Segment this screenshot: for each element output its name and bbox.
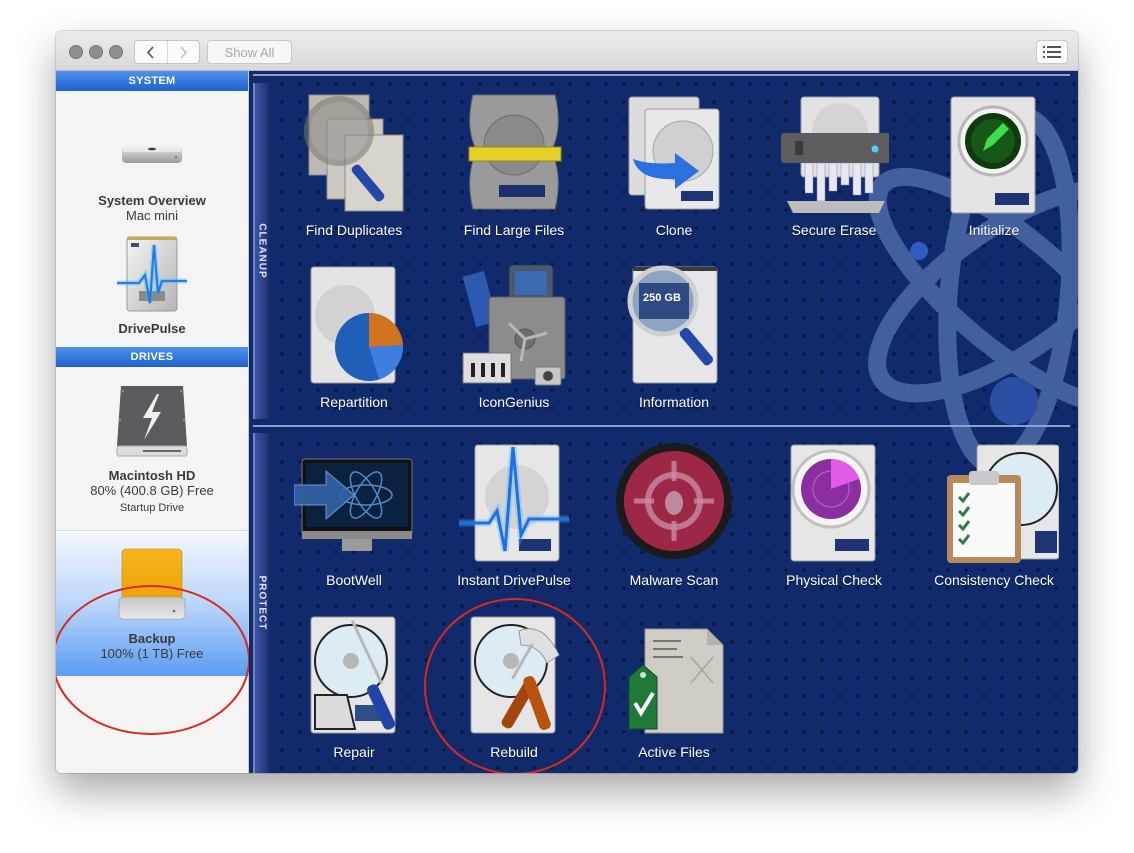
tool-bootwell[interactable]: BootWell — [279, 439, 429, 588]
tool-label: Consistency Check — [934, 572, 1054, 588]
find-duplicates-icon — [304, 94, 404, 212]
sidebar-item-subtitle: Mac mini — [125, 208, 178, 223]
sidebar-item-macintosh-hd[interactable]: Macintosh HD 80% (400.8 GB) Free Startup… — [56, 367, 248, 531]
icongenius-icon — [462, 264, 566, 386]
chevron-right-icon — [180, 45, 187, 59]
information-icon: 250 GB — [627, 265, 718, 384]
tool-label: Active Files — [638, 744, 710, 760]
tool-find-duplicates[interactable]: Find Duplicates — [279, 89, 429, 238]
tool-malware-scan[interactable]: Malware Scan — [599, 439, 749, 588]
show-all-button[interactable]: Show All — [207, 40, 292, 64]
tool-label: Clone — [655, 222, 693, 238]
tool-active-files[interactable]: Active Files — [599, 611, 749, 760]
clone-icon — [628, 96, 720, 210]
tool-label: Malware Scan — [629, 572, 719, 588]
drivepulse-icon — [117, 236, 187, 312]
tool-label: IconGenius — [478, 394, 550, 410]
external-drive-icon — [118, 548, 186, 620]
section-label: CLEANUP — [256, 223, 268, 279]
tool-information[interactable]: 250 GB Information — [599, 261, 749, 410]
tool-label: Find Duplicates — [305, 222, 403, 238]
sidebar: SYSTEM System Overview Mac mini DrivePul… — [56, 71, 250, 773]
tool-label: Repartition — [320, 394, 388, 410]
instant-drivepulse-icon — [459, 444, 569, 562]
tool-label: Find Large Files — [463, 222, 565, 238]
sidebar-item-drivepulse[interactable]: DrivePulse — [56, 231, 248, 347]
tool-label: BootWell — [326, 572, 382, 588]
section-divider — [253, 425, 1070, 427]
physical-check-icon — [790, 444, 876, 562]
find-large-files-icon — [468, 94, 562, 210]
tool-label: Rebuild — [490, 744, 538, 760]
drive-name: Macintosh HD — [108, 468, 196, 483]
section-tab-protect: PROTECT — [253, 433, 269, 773]
section-label: PROTECT — [256, 575, 268, 631]
navigation-buttons — [134, 40, 200, 64]
sidebar-header-drives: DRIVES — [56, 347, 248, 367]
tool-label: Physical Check — [786, 572, 882, 588]
sidebar-item-system-overview[interactable]: System Overview Mac mini — [56, 91, 248, 231]
minimize-window-button[interactable] — [89, 45, 103, 59]
tool-label: Repair — [333, 744, 375, 760]
section-divider — [253, 74, 1070, 76]
tool-find-large-files[interactable]: Find Large Files — [439, 89, 589, 238]
sidebar-item-title: DrivePulse — [118, 321, 186, 336]
malware-scan-icon — [616, 443, 732, 559]
capacity-label: 250 GB — [643, 292, 681, 304]
internal-drive-icon — [116, 386, 188, 457]
tools-panel: CLEANUP PROTECT Find Duplicates Find Lar… — [249, 71, 1078, 773]
consistency-check-icon — [947, 444, 1060, 563]
app-window: Show All SYSTEM System Overview Mac mini — [56, 31, 1078, 773]
tool-initialize[interactable]: Initialize — [919, 89, 1069, 238]
tool-clone[interactable]: Clone — [599, 89, 749, 238]
rebuild-icon — [470, 616, 560, 734]
back-button[interactable] — [135, 41, 167, 63]
list-icon — [1043, 46, 1061, 58]
repair-icon — [310, 616, 396, 734]
tool-consistency-check[interactable]: Consistency Check — [919, 439, 1069, 588]
tool-repair[interactable]: Repair — [279, 611, 429, 760]
chevron-left-icon — [147, 45, 154, 59]
sidebar-item-backup[interactable]: Backup 100% (1 TB) Free — [56, 531, 248, 676]
sidebar-header-system: SYSTEM — [56, 71, 248, 91]
active-files-icon — [628, 628, 724, 734]
section-tab-cleanup: CLEANUP — [253, 83, 269, 419]
zoom-window-button[interactable] — [109, 45, 123, 59]
tool-secure-erase[interactable]: Secure Erase — [759, 89, 909, 238]
tool-repartition[interactable]: Repartition — [279, 261, 429, 410]
mac-mini-icon — [122, 146, 182, 163]
bootwell-icon — [293, 458, 413, 551]
close-window-button[interactable] — [69, 45, 83, 59]
list-view-button[interactable] — [1036, 40, 1068, 64]
toolbar: Show All — [56, 31, 1078, 71]
tool-rebuild[interactable]: Rebuild — [439, 611, 589, 760]
tool-label: Initialize — [968, 222, 1020, 238]
tool-instant-drivepulse[interactable]: Instant DrivePulse — [439, 439, 589, 588]
drive-free-space: 100% (1 TB) Free — [100, 646, 204, 661]
repartition-icon — [310, 266, 404, 384]
tool-label: Secure Erase — [791, 222, 877, 238]
secure-erase-icon — [781, 96, 891, 213]
drive-free-space: 80% (400.8 GB) Free — [90, 483, 214, 498]
drive-name: Backup — [128, 631, 176, 646]
tool-label: Information — [638, 394, 710, 410]
drive-note: Startup Drive — [119, 502, 185, 514]
tool-label: Instant DrivePulse — [457, 572, 571, 588]
initialize-icon — [950, 96, 1036, 214]
tool-icongenius[interactable]: IconGenius — [439, 261, 589, 410]
tool-physical-check[interactable]: Physical Check — [759, 439, 909, 588]
forward-button[interactable] — [166, 41, 200, 63]
sidebar-item-title: System Overview — [98, 193, 206, 208]
